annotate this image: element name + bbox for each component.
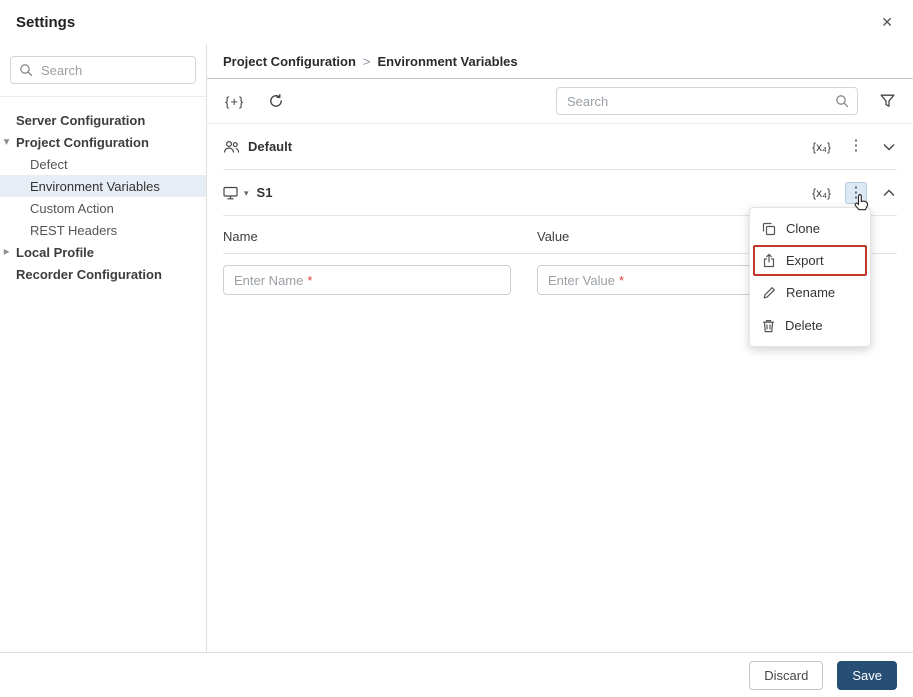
dialog-header: Settings ✕ (0, 0, 913, 44)
menu-item-label: Delete (785, 318, 823, 333)
search-icon (836, 95, 849, 108)
dialog-body: Server Configuration ▾ Project Configura… (0, 44, 913, 652)
context-menu: Clone Export Rename Delete (749, 207, 871, 347)
env-search-input[interactable] (565, 92, 829, 110)
required-asterisk: * (307, 272, 313, 288)
sidebar-item-server-configuration[interactable]: Server Configuration (0, 109, 206, 131)
sidebar-item-defect[interactable]: Defect (0, 153, 206, 175)
sidebar-item-local-profile[interactable]: ▸ Local Profile (0, 241, 206, 263)
filter-icon (880, 94, 895, 107)
group-name: Default (248, 139, 293, 154)
refresh-icon (270, 94, 283, 107)
sidebar-item-recorder-configuration[interactable]: Recorder Configuration (0, 263, 206, 285)
sidebar-item-label: Project Configuration (16, 134, 149, 150)
name-placeholder: Enter Name (234, 272, 304, 288)
variables-icon[interactable]: {x₄} (812, 186, 831, 200)
braces-plus-icon: {+} (225, 93, 245, 109)
clone-icon (762, 222, 776, 235)
monitor-icon (223, 186, 238, 199)
group-name: S1 (256, 185, 273, 200)
filter-button[interactable] (878, 92, 897, 110)
settings-sidebar: Server Configuration ▾ Project Configura… (0, 44, 207, 652)
sidebar-item-label: Defect (30, 156, 68, 172)
chevron-down-icon[interactable] (881, 141, 897, 153)
env-content: Default {x₄} ⋮ ▾ S1 {x₄} ⋮ Name Value En… (207, 124, 913, 652)
sidebar-search-input[interactable] (39, 61, 187, 79)
kebab-menu-button[interactable]: ⋮ (845, 136, 867, 158)
settings-nav-tree: Server Configuration ▾ Project Configura… (0, 97, 206, 297)
sidebar-search-box[interactable] (10, 56, 196, 84)
chevron-up-icon[interactable] (881, 187, 897, 199)
sidebar-item-label: Custom Action (30, 200, 114, 216)
name-input[interactable]: Enter Name * (223, 265, 511, 295)
dialog-title: Settings (16, 13, 76, 31)
menu-item-clone[interactable]: Clone (750, 212, 870, 245)
menu-item-export[interactable]: Export (753, 245, 867, 276)
breadcrumb-parent[interactable]: Project Configuration (223, 54, 356, 69)
kebab-menu-button-active[interactable]: ⋮ (845, 181, 867, 204)
caret-down-icon[interactable]: ▾ (244, 188, 249, 199)
required-asterisk: * (618, 272, 625, 288)
close-icon[interactable]: ✕ (877, 12, 897, 33)
breadcrumb-separator: > (362, 54, 371, 69)
sidebar-search-area (0, 44, 206, 97)
menu-item-label: Clone (786, 221, 820, 236)
sidebar-item-environment-variables[interactable]: Environment Variables (0, 175, 206, 197)
sidebar-item-label: Server Configuration (16, 112, 146, 128)
menu-item-delete[interactable]: Delete (750, 309, 870, 342)
menu-item-label: Export (786, 253, 824, 268)
breadcrumb-current: Environment Variables (377, 54, 518, 69)
menu-item-rename[interactable]: Rename (750, 276, 870, 309)
search-icon (20, 64, 33, 77)
menu-item-label: Rename (786, 285, 836, 300)
export-icon (763, 253, 775, 268)
sidebar-item-custom-action[interactable]: Custom Action (0, 197, 206, 219)
save-button[interactable]: Save (837, 660, 897, 690)
sidebar-item-rest-headers[interactable]: REST Headers (0, 219, 206, 241)
variables-icon[interactable]: {x₄} (812, 140, 831, 154)
add-variable-button[interactable]: {+} (223, 92, 246, 111)
settings-dialog: Settings ✕ Server Configuration (0, 0, 913, 697)
env-toolbar: {+} (207, 79, 913, 124)
rename-icon (763, 286, 775, 298)
sidebar-item-label: REST Headers (30, 222, 118, 238)
sidebar-item-label: Recorder Configuration (16, 266, 162, 282)
sidebar-item-label: Environment Variables (30, 178, 160, 194)
refresh-button[interactable] (266, 91, 286, 111)
value-placeholder: Enter Value (548, 272, 615, 288)
sidebar-item-label: Local Profile (16, 244, 95, 260)
chevron-right-icon[interactable]: ▸ (4, 246, 9, 257)
group-icon (223, 140, 240, 153)
delete-icon (763, 319, 774, 332)
env-group-default[interactable]: Default {x₄} ⋮ (223, 124, 897, 170)
column-header-name: Name (223, 229, 258, 244)
env-search-box[interactable] (556, 87, 858, 115)
chevron-down-icon[interactable]: ▾ (4, 136, 9, 147)
sidebar-item-project-configuration[interactable]: ▾ Project Configuration (0, 131, 206, 153)
main-panel: Project Configuration > Environment Vari… (207, 44, 913, 652)
breadcrumb: Project Configuration > Environment Vari… (207, 44, 913, 79)
discard-button[interactable]: Discard (749, 660, 824, 690)
dialog-footer: Discard Save (0, 652, 913, 697)
